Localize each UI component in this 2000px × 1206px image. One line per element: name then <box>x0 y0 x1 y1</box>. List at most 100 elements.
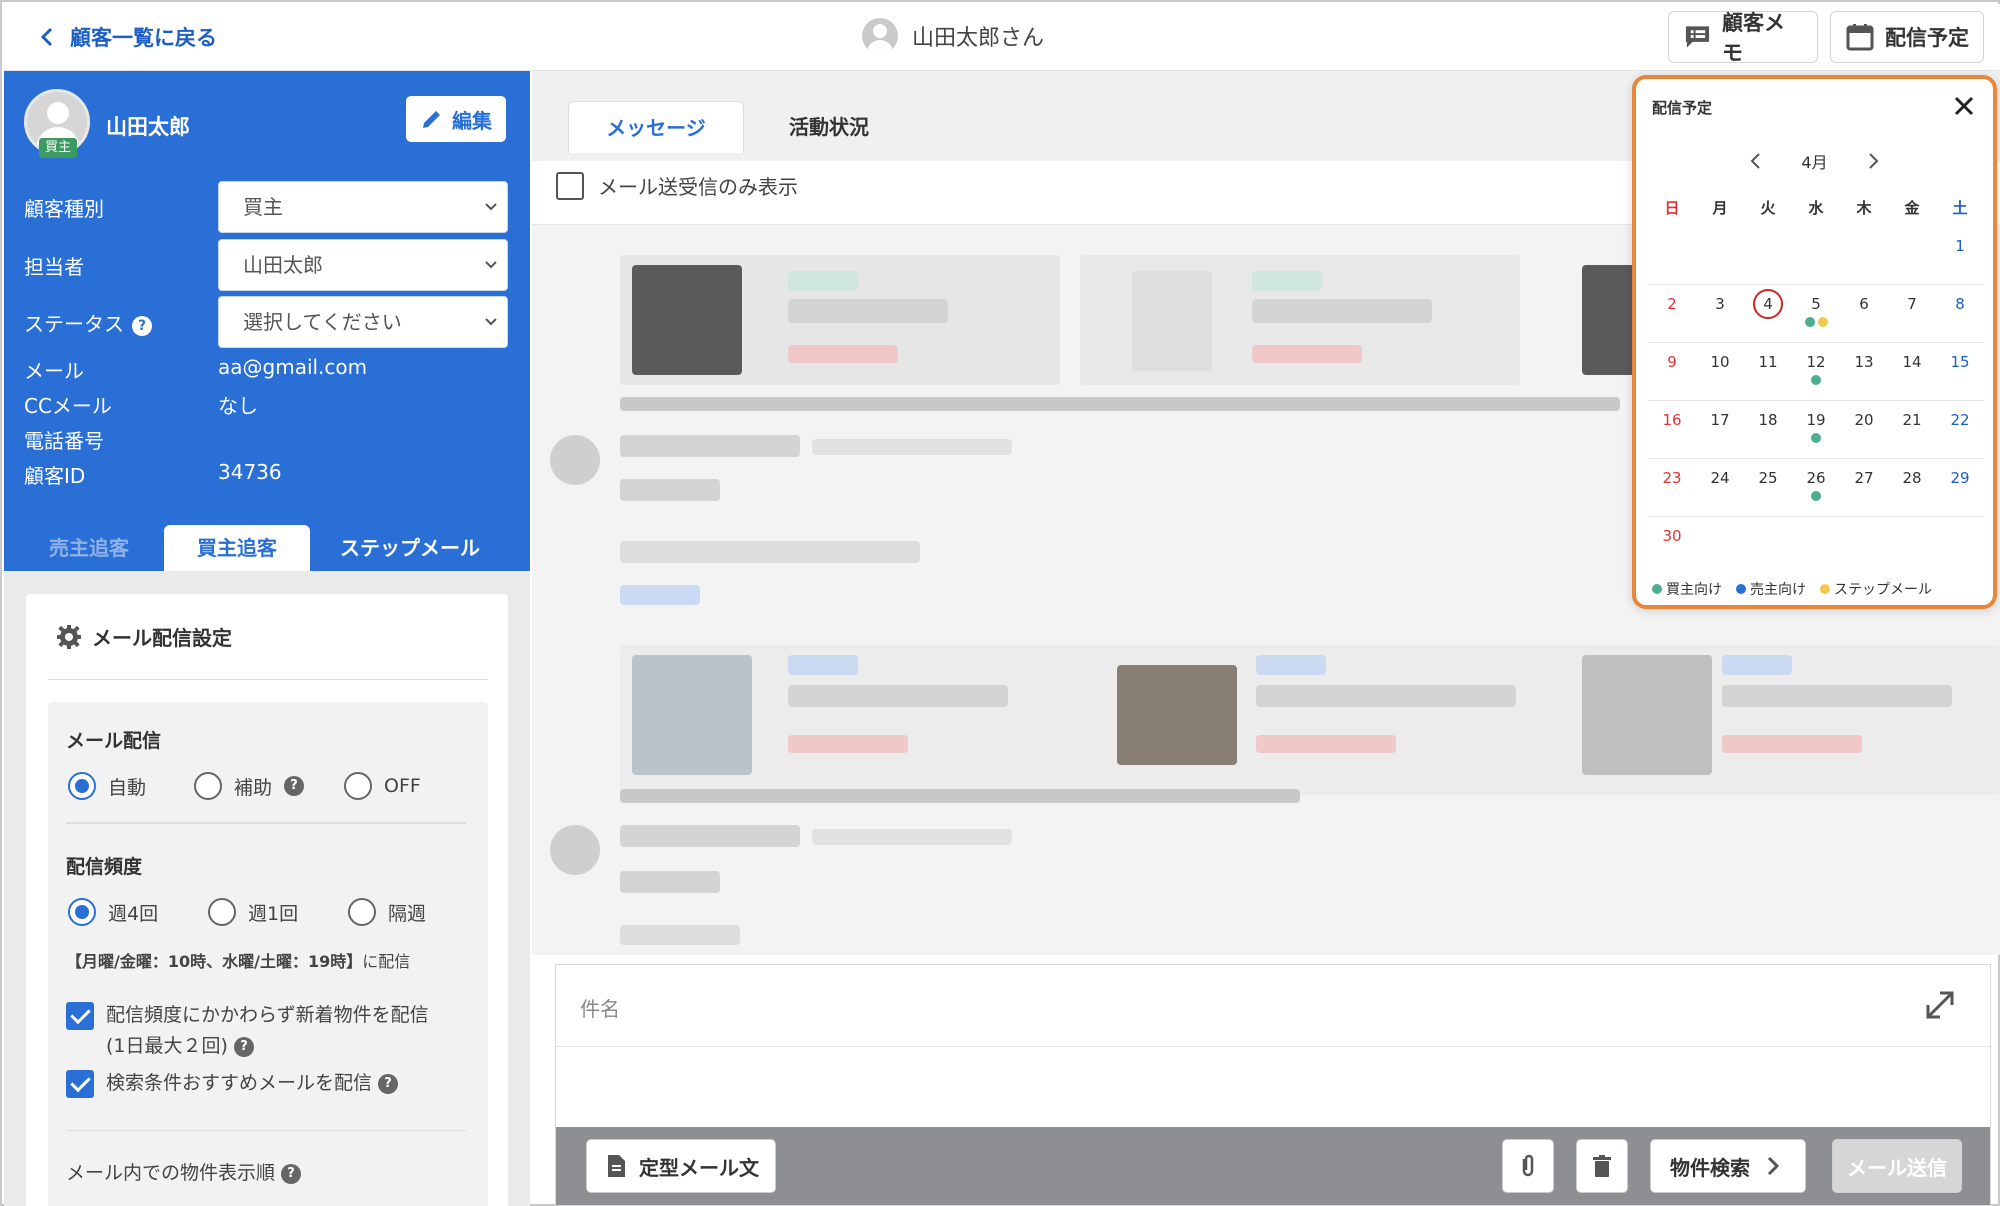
calendar-day-number: 28 <box>1902 469 1922 487</box>
frequency-4-per-week-radio[interactable]: 週4回 <box>68 898 158 926</box>
calendar-day[interactable]: 18 <box>1744 401 1792 458</box>
buyer-badge: 買主 <box>39 138 77 158</box>
frequency-biweekly-radio[interactable]: 隔週 <box>348 898 426 926</box>
close-icon[interactable] <box>1953 95 1975 117</box>
status-select[interactable]: 選択してください <box>218 296 508 348</box>
owner-select[interactable]: 山田太郎 <box>218 239 508 291</box>
blurred-avatar <box>550 825 600 875</box>
expand-icon[interactable] <box>1924 989 1956 1021</box>
mail-body-input[interactable] <box>556 1047 1990 1127</box>
calendar-day[interactable]: 24 <box>1696 459 1744 516</box>
customer-type-value: 買主 <box>243 195 283 219</box>
send-mail-button[interactable]: メール送信 <box>1832 1139 1962 1193</box>
tab-messages[interactable]: メッセージ <box>568 101 744 153</box>
template-mail-label: 定型メール文 <box>639 1155 759 1180</box>
calendar-day[interactable]: 30 <box>1648 517 1696 575</box>
frequency-1-per-week-radio[interactable]: 週1回 <box>208 898 298 926</box>
avatar-icon <box>862 18 898 54</box>
chevron-right-icon[interactable] <box>1868 152 1880 170</box>
calendar-day[interactable]: 29 <box>1936 459 1984 516</box>
calendar-day[interactable]: 11 <box>1744 343 1792 400</box>
calendar-day-number: 29 <box>1950 469 1970 487</box>
blurred-thumbnail <box>632 265 742 375</box>
calendar-day[interactable]: 16 <box>1648 401 1696 458</box>
tab-step-mail[interactable]: ステップメール <box>320 525 500 571</box>
calendar-empty-cell <box>1744 227 1792 284</box>
edit-button[interactable]: 編集 <box>406 96 506 142</box>
calendar-day[interactable]: 7 <box>1888 285 1936 342</box>
calendar-day-number: 27 <box>1854 469 1874 487</box>
calendar-day[interactable]: 4 <box>1744 285 1792 342</box>
calendar-day[interactable]: 17 <box>1696 401 1744 458</box>
calendar-day[interactable]: 6 <box>1840 285 1888 342</box>
recommend-mail-checkbox[interactable]: 検索条件おすすめメールを配信 ? <box>66 1068 399 1099</box>
calendar-day[interactable]: 8 <box>1936 285 1984 342</box>
event-dots <box>1888 433 1936 443</box>
subject-input[interactable]: 件名 <box>556 965 1990 1047</box>
delete-button[interactable] <box>1576 1139 1628 1193</box>
frequency-option-label: 隔週 <box>388 902 427 925</box>
calendar-day[interactable]: 13 <box>1840 343 1888 400</box>
calendar-day[interactable]: 9 <box>1648 343 1696 400</box>
delivery-auto-radio[interactable]: 自動 <box>68 772 146 800</box>
calendar-day[interactable]: 12 <box>1792 343 1840 400</box>
calendar-empty-cell <box>1696 517 1744 575</box>
weekday-label: 水 <box>1808 199 1824 217</box>
tab-buyer-followup[interactable]: 買主追客 <box>164 525 310 571</box>
calendar-day[interactable]: 2 <box>1648 285 1696 342</box>
event-dots <box>1792 375 1840 385</box>
back-to-customer-list-link[interactable]: 顧客一覧に戻る <box>38 22 217 52</box>
tab-seller-followup[interactable]: 売主追客 <box>24 525 154 571</box>
calendar-day[interactable]: 19 <box>1792 401 1840 458</box>
help-icon[interactable]: ? <box>281 1163 302 1184</box>
attach-button[interactable] <box>1502 1139 1554 1193</box>
calendar-day[interactable]: 3 <box>1696 285 1744 342</box>
calendar-day[interactable]: 14 <box>1888 343 1936 400</box>
calendar-day[interactable]: 21 <box>1888 401 1936 458</box>
email-label: メール <box>24 359 84 383</box>
help-icon[interactable]: ? <box>233 1036 254 1057</box>
delivery-assist-radio[interactable]: 補助? <box>194 772 305 800</box>
calendar-day-number: 3 <box>1715 295 1725 313</box>
checkbox-unchecked-icon <box>556 171 584 200</box>
delivery-off-radio[interactable]: OFF <box>344 772 421 800</box>
calendar-day-number: 15 <box>1950 353 1970 371</box>
blurred-text <box>1252 299 1432 323</box>
calendar-day[interactable]: 5 <box>1792 285 1840 342</box>
status-label-row: ステータス? <box>24 308 152 337</box>
calendar-day[interactable]: 20 <box>1840 401 1888 458</box>
delivery-off-label: OFF <box>384 775 421 797</box>
new-listing-label: 配信頻度にかかわらず新着物件を配信 (1日最大２回) ? <box>106 1000 429 1062</box>
calendar-day[interactable]: 15 <box>1936 343 1984 400</box>
calendar-empty-cell <box>1792 517 1840 575</box>
chevron-left-icon[interactable] <box>1749 152 1761 170</box>
calendar-day[interactable]: 28 <box>1888 459 1936 516</box>
customer-type-select[interactable]: 買主 <box>218 181 508 233</box>
customer-memo-button[interactable]: 顧客メモ <box>1668 11 1818 65</box>
send-mail-label: メール送信 <box>1847 1155 1947 1180</box>
paperclip-icon <box>1522 1154 1534 1177</box>
schedule-button[interactable]: 配信予定 <box>1830 11 1984 63</box>
help-icon[interactable]: ? <box>284 776 305 796</box>
event-dots <box>1888 531 1936 541</box>
calendar-day[interactable]: 1 <box>1936 227 1984 284</box>
schedule-note-suffix: に配信 <box>362 952 411 971</box>
event-dots <box>1888 317 1936 327</box>
trash-icon <box>1593 1155 1611 1177</box>
calendar-day-number: 14 <box>1902 353 1922 371</box>
compose-area: 件名 定型メール文 物件検索 メール送信 <box>555 964 1991 1206</box>
event-dots <box>1792 491 1840 501</box>
calendar-day[interactable]: 27 <box>1840 459 1888 516</box>
help-icon[interactable]: ? <box>378 1073 399 1094</box>
calendar-day[interactable]: 25 <box>1744 459 1792 516</box>
template-mail-button[interactable]: 定型メール文 <box>586 1139 776 1193</box>
help-icon[interactable]: ? <box>132 315 152 336</box>
mail-only-checkbox[interactable]: メール送受信のみ表示 <box>556 171 798 200</box>
new-listing-checkbox[interactable]: 配信頻度にかかわらず新着物件を配信 (1日最大２回) ? <box>66 1000 429 1062</box>
calendar-day[interactable]: 10 <box>1696 343 1744 400</box>
property-search-button[interactable]: 物件検索 <box>1650 1139 1806 1193</box>
calendar-day[interactable]: 26 <box>1792 459 1840 516</box>
calendar-day[interactable]: 23 <box>1648 459 1696 516</box>
calendar-day[interactable]: 22 <box>1936 401 1984 458</box>
tab-activity[interactable]: 活動状況 <box>754 101 904 153</box>
